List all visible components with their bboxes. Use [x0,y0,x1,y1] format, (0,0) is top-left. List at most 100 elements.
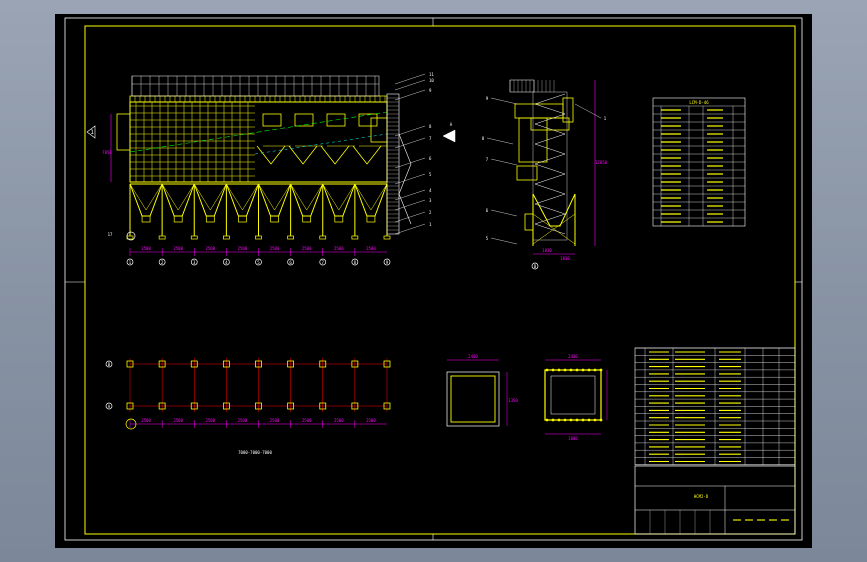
rotary-valve [366,215,376,223]
stair-flight [534,193,566,205]
rotary-valve [334,215,344,223]
leader-line [394,89,426,101]
stair-flight [534,133,566,145]
side-flange [116,113,131,151]
part-number: 1 [604,116,607,121]
drawing-canvas: 1 2 3 4 5 6 7 8 9 2500 2500 2500 2500 2500 2500 2500 250… [64,17,803,541]
column-base [158,235,166,240]
leader-line [394,125,426,137]
dimension-text: 2500 [302,246,312,251]
chamber-hopper-top [288,145,318,165]
column-base [383,235,391,240]
part-number: 9 [486,96,489,101]
stair-flight [534,183,566,195]
part-number: 7 [429,136,432,141]
dimension-text: 2500 [366,418,376,423]
part-number: 9 [429,88,432,93]
foundation-plan-view: 2500 2500 2500 2500 2500 2500 2500 2500 B A 7000-7… [105,358,391,455]
dimension-text: 2500 [334,418,344,423]
leader-line [490,209,518,217]
side-hopper [532,193,576,227]
axis-letter: B [108,362,111,367]
leader-line [394,79,426,91]
leader-line [394,223,426,235]
part-number: 8 [482,136,485,141]
stair-flight [534,153,566,165]
detail-outline [446,371,500,427]
leader-line [490,97,518,105]
title-block-frame [634,465,796,535]
inlet-arrow-icon [442,129,456,143]
drawing-number: HCM2-D [694,494,709,499]
leader-line [490,158,518,166]
part-number: 6 [486,208,489,213]
detail-inner [550,375,596,415]
rotary-valve [173,215,183,223]
leader-line [394,137,426,149]
column-base [319,235,327,240]
rotary-valve [205,215,215,223]
airflow-line [254,133,388,155]
part-number: 11 [429,72,434,77]
rotary-valve [270,215,279,223]
chamber-hopper-top [352,145,382,165]
leader-line [394,73,426,85]
column-base [255,235,262,240]
part-number: 17 [108,232,113,237]
rotary-valve [238,215,247,223]
hopper [161,183,195,217]
front-elevation-view: 1 2 3 4 5 6 7 8 9 2500 2500 2500 2500 2500 2500 2500 250… [86,72,456,266]
stair-flight [534,103,566,115]
inlet-duct [516,165,538,181]
technical-parameters-table: LCM-D-46 [652,97,746,227]
casing-body [129,101,388,183]
hopper [193,183,227,217]
table-title: LCM-D-46 [689,100,709,105]
hopper [129,183,163,217]
axis-number: 1 [129,260,132,265]
axis-number: 7 [322,260,325,265]
part-number: 10 [429,78,434,83]
stair-flight [534,163,566,175]
part-number: 2 [429,210,432,215]
dimension-text: 2500 [270,418,280,423]
leader-line [490,237,518,245]
leader-line [394,199,426,211]
stair-flight [534,123,566,135]
part-number: 5 [486,236,489,241]
plan-caption: 7000-7000-7000 [238,450,272,455]
leader-line [394,173,426,185]
width-dimension: 1810 [560,256,570,261]
axis-number: 8 [354,260,357,265]
stair-flight [534,113,566,125]
detail-dimension: 2400 [468,354,478,359]
hopper-detail-right: 2400 1800 [544,354,608,441]
axis-number: 6 [289,260,292,265]
dimension-text: 2500 [173,246,183,251]
axis-number: 4 [225,260,228,265]
outlet-duct [562,97,574,123]
dimension-text: 2500 [334,246,344,251]
cad-viewport[interactable]: 1 2 3 4 5 6 7 8 9 2500 2500 2500 2500 2500 2500 2500 250… [55,14,812,548]
side-elevation-view: 12850 1810 1810 B 9 8 7 6 5 1 [482,79,608,270]
detail-outline [544,369,602,421]
access-ladder [386,93,400,235]
chamber-hopper-top [320,145,350,165]
axis-number: 9 [386,260,389,265]
axis-number: 5 [257,260,260,265]
part-number: 8 [429,124,432,129]
part-number: 3 [429,198,432,203]
top-pipe-rack [131,75,380,97]
dimension-text: 2500 [173,418,183,423]
dimension-text: 2500 [205,246,215,251]
detail-dimension: 1800 [568,436,578,441]
outlet-damper [370,117,388,143]
stair-flight [534,213,566,225]
hopper-detail-left: 2400 1350 [446,354,518,427]
chamber-hopper-top [256,145,286,165]
detail-inner [450,375,496,423]
column-base [351,235,359,240]
stair-flight [398,133,412,225]
hopper [225,183,259,217]
stair-flight [534,93,566,105]
